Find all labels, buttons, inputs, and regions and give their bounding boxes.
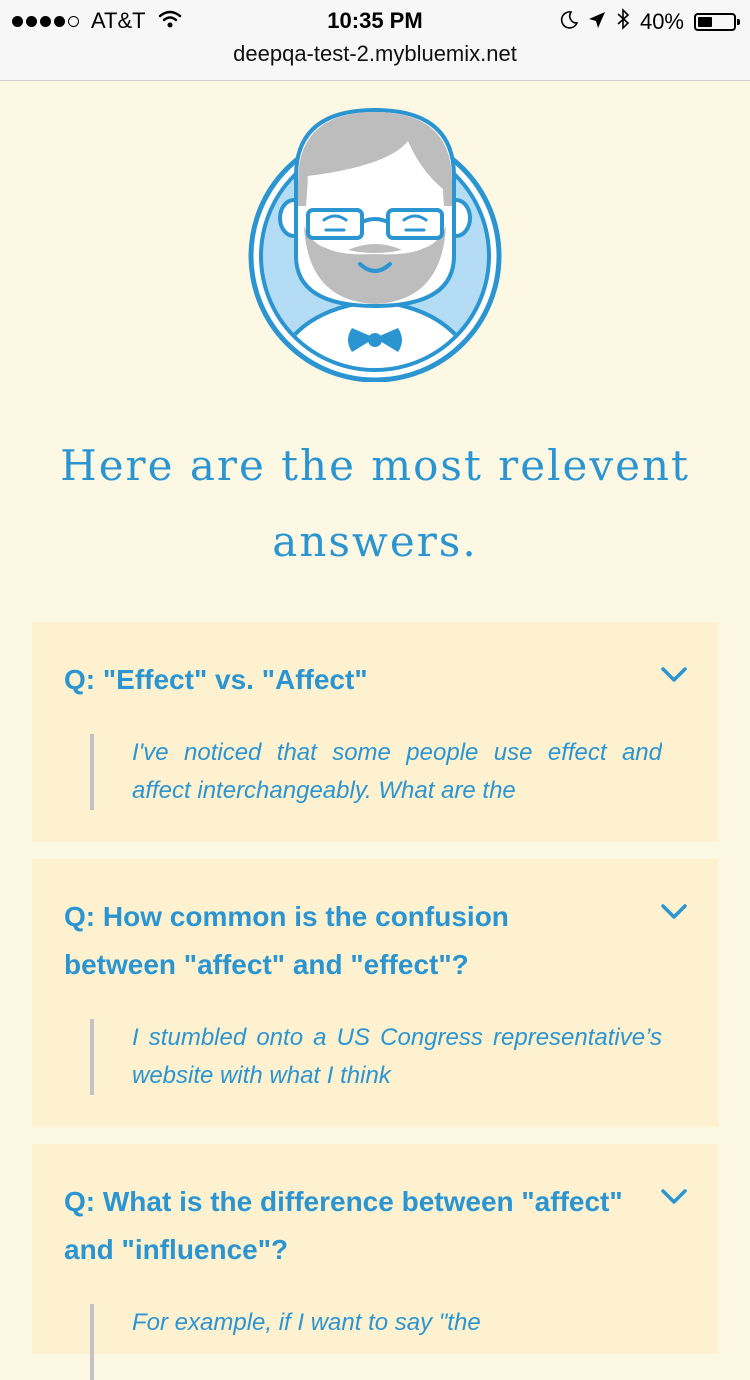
answer-question[interactable]: Q: What is the difference between "affec… <box>64 1178 624 1274</box>
battery-icon <box>694 13 740 31</box>
answer-excerpt: I stumbled onto a US Congress representa… <box>90 1019 662 1095</box>
chevron-down-icon[interactable] <box>660 666 688 689</box>
location-arrow-icon <box>588 9 606 35</box>
answer-question[interactable]: Q: "Effect" vs. "Affect" <box>64 656 624 704</box>
battery-level <box>698 17 712 27</box>
battery-percent: 40% <box>639 9 684 34</box>
bluetooth-icon <box>616 8 630 36</box>
status-bar: AT&T 10:35 PM 40% <box>0 0 750 40</box>
answer-question[interactable]: Q: How common is the confusion between "… <box>64 893 624 989</box>
chevron-down-icon[interactable] <box>660 1188 688 1211</box>
moon-icon <box>560 9 579 35</box>
answer-card[interactable]: Q: What is the difference between "affec… <box>32 1144 718 1380</box>
avatar <box>248 106 504 387</box>
address-bar[interactable]: deepqa-test-2.mybluemix.net <box>0 40 750 81</box>
chevron-down-icon[interactable] <box>660 903 688 926</box>
status-right: 40% <box>560 8 740 36</box>
battery-tip <box>737 19 740 25</box>
address-url[interactable]: deepqa-test-2.mybluemix.net <box>233 41 517 66</box>
answer-excerpt: For example, if I want to say "the <box>90 1304 662 1380</box>
answer-card[interactable]: Q: How common is the confusion between "… <box>32 859 718 1127</box>
answer-excerpt: I've noticed that some people use effect… <box>90 734 662 810</box>
page-title: Here are the most relevent answers. <box>60 441 690 566</box>
answer-card[interactable]: Q: "Effect" vs. "Affect" I've noticed th… <box>32 622 718 842</box>
